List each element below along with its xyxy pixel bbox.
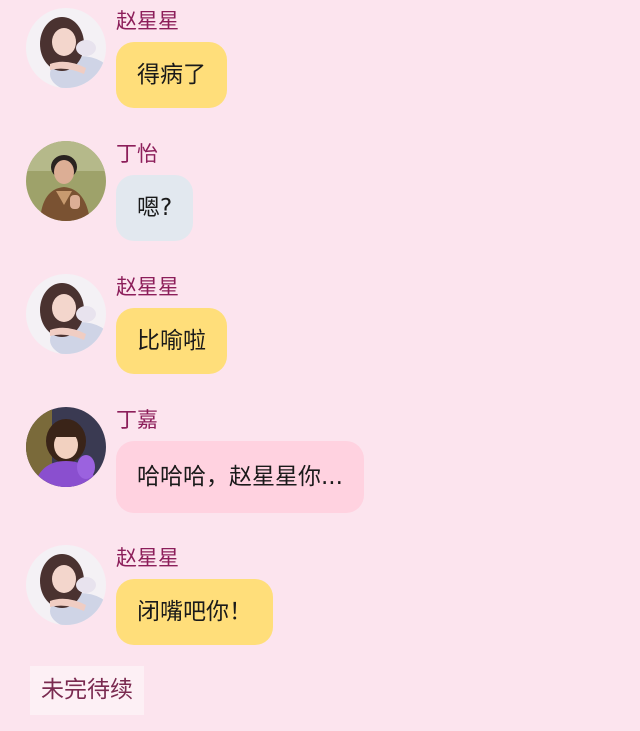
avatar[interactable] [26,274,106,354]
message-bubble[interactable]: 嗯? [116,175,194,241]
sender-name: 赵星星 [116,546,179,570]
avatar[interactable] [26,545,106,625]
sender-name: 赵星星 [116,9,179,33]
to-be-continued-tag: 未完待续 [30,666,144,715]
chat-transcript: 赵星星 得病了 丁怡 嗯? 赵星星 比喻啦 丁嘉 哈哈哈，赵星星你... 赵星星… [0,0,640,731]
message-bubble[interactable]: 哈哈哈，赵星星你... [116,441,364,513]
avatar[interactable] [26,407,106,487]
message-bubble[interactable]: 比喻啦 [116,308,227,374]
avatar[interactable] [26,8,106,88]
sender-name: 赵星星 [116,275,179,299]
message-bubble[interactable]: 闭嘴吧你！ [116,579,273,645]
sender-name: 丁嘉 [116,408,158,432]
message-bubble[interactable]: 得病了 [116,42,227,108]
sender-name: 丁怡 [116,142,158,166]
avatar[interactable] [26,141,106,221]
